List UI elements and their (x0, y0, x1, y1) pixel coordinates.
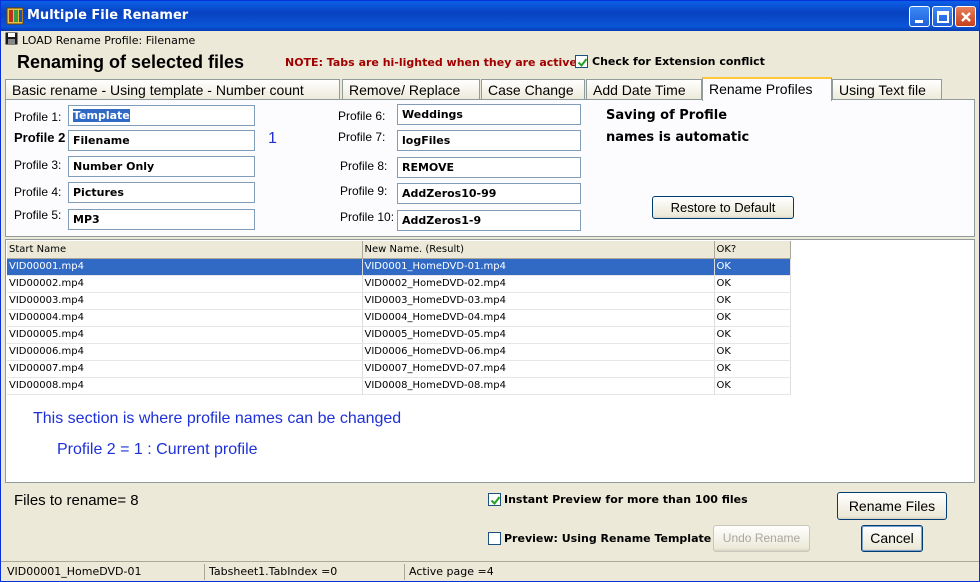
tab-case-change[interactable]: Case Change (481, 79, 585, 100)
column-new-name[interactable]: New Name. (Result) (362, 241, 715, 259)
ok-cell: OK (714, 377, 791, 395)
title-bar[interactable]: Multiple File Renamer (1, 1, 979, 31)
profile-4-label: Profile 4: (14, 185, 62, 199)
ok-cell: OK (714, 275, 791, 293)
window-title: Multiple File Renamer (27, 8, 189, 23)
table-row[interactable]: VID00004.mp4 VID0004_HomeDVD-04.mp4 OK (7, 309, 791, 327)
profile-6-label: Profile 6: (338, 109, 386, 123)
page-title: Renaming of selected files (17, 52, 245, 72)
new-name-cell: VID0007_HomeDVD-07.mp4 (362, 360, 715, 378)
tab-rename-profiles[interactable]: Rename Profiles (702, 77, 832, 101)
rename-files-button[interactable]: Rename Files (837, 492, 947, 520)
status-tab-index: Tabsheet1.TabIndex =0 (209, 565, 338, 578)
extension-conflict-checkbox[interactable] (575, 55, 588, 68)
table-row[interactable]: VID00008.mp4 VID0008_HomeDVD-08.mp4 OK (7, 377, 791, 395)
profile-7-input[interactable]: logFiles (397, 130, 581, 151)
profile-10-input[interactable]: AddZeros1-9 (397, 210, 581, 231)
profile-3-input[interactable]: Number Only (68, 156, 255, 177)
cancel-button[interactable]: Cancel (861, 525, 923, 552)
start-name-cell: VID00005.mp4 (7, 326, 363, 344)
load-profile-label: LOAD Rename Profile: Filename (22, 33, 196, 47)
minimize-button[interactable] (909, 6, 930, 27)
close-button[interactable] (955, 6, 976, 27)
maximize-button[interactable] (932, 6, 953, 27)
preview-template-label: Preview: Using Rename Template (504, 532, 712, 545)
extension-conflict-label: Check for Extension conflict (592, 55, 765, 68)
tab-add-date-time[interactable]: Add Date Time (586, 79, 702, 100)
start-name-cell: VID00008.mp4 (7, 377, 363, 395)
status-active-page: Active page =4 (409, 565, 494, 578)
table-row[interactable]: VID00002.mp4 VID0002_HomeDVD-02.mp4 OK (7, 275, 791, 293)
profile-7-label: Profile 7: (338, 130, 386, 144)
column-ok[interactable]: OK? (714, 241, 791, 259)
ok-cell: OK (714, 360, 791, 378)
grid-header-row: Start Name New Name. (Result) OK? (7, 241, 791, 259)
profile-5-input[interactable]: MP3 (68, 209, 255, 230)
table-row[interactable]: VID00001.mp4 VID0001_HomeDVD-01.mp4 OK (7, 258, 791, 276)
status-divider (404, 564, 405, 580)
file-grid: Start Name New Name. (Result) OK? VID000… (7, 241, 791, 395)
profile-6-input[interactable]: Weddings (397, 104, 581, 125)
current-profile-number: 1 (268, 130, 277, 147)
profile-1-value: Template (73, 109, 130, 122)
table-row[interactable]: VID00003.mp4 VID0003_HomeDVD-03.mp4 OK (7, 292, 791, 310)
saving-note-line1: Saving of Profile (606, 108, 728, 123)
table-row[interactable]: VID00007.mp4 VID0007_HomeDVD-07.mp4 OK (7, 360, 791, 378)
rename-profiles-panel: Profile 1: Profile 2 Profile 3: Profile … (5, 99, 975, 237)
tab-using-text-file[interactable]: Using Text file (832, 79, 942, 100)
new-name-cell: VID0001_HomeDVD-01.mp4 (362, 258, 715, 276)
start-name-cell: VID00004.mp4 (7, 309, 363, 327)
info-line-2: Profile 2 = 1 : Current profile (57, 441, 258, 458)
ok-cell: OK (714, 343, 791, 361)
profile-8-input[interactable]: REMOVE (397, 157, 581, 178)
start-name-cell: VID00002.mp4 (7, 275, 363, 293)
status-bar: VID00001_HomeDVD-01 Tabsheet1.TabIndex =… (1, 561, 979, 581)
table-row[interactable]: VID00006.mp4 VID0006_HomeDVD-06.mp4 OK (7, 343, 791, 361)
profile-1-label: Profile 1: (14, 110, 62, 124)
preview-template-checkbox[interactable] (488, 532, 501, 545)
new-name-cell: VID0004_HomeDVD-04.mp4 (362, 309, 715, 327)
profile-2-label: Profile 2 (14, 130, 66, 145)
ok-cell: OK (714, 309, 791, 327)
ok-cell: OK (714, 258, 791, 276)
main-window: Multiple File Renamer LOAD Rename Profil… (0, 0, 980, 582)
restore-default-button[interactable]: Restore to Default (652, 196, 794, 219)
new-name-cell: VID0006_HomeDVD-06.mp4 (362, 343, 715, 361)
start-name-cell: VID00003.mp4 (7, 292, 363, 310)
profile-2-input[interactable]: Filename (68, 130, 255, 151)
tab-remove-replace[interactable]: Remove/ Replace (342, 79, 480, 100)
profile-1-input[interactable]: Template (68, 105, 255, 126)
profile-3-label: Profile 3: (14, 158, 62, 172)
status-divider (204, 564, 205, 580)
info-line-1: This section is where profile names can … (33, 410, 402, 427)
tab-highlight-note: NOTE: Tabs are hi-lighted when they are … (285, 56, 582, 69)
start-name-cell: VID00007.mp4 (7, 360, 363, 378)
new-name-cell: VID0005_HomeDVD-05.mp4 (362, 326, 715, 344)
new-name-cell: VID0003_HomeDVD-03.mp4 (362, 292, 715, 310)
ok-cell: OK (714, 292, 791, 310)
files-to-rename-count: Files to rename= 8 (14, 492, 139, 509)
undo-rename-button[interactable]: Undo Rename (713, 525, 810, 552)
tab-basic-rename[interactable]: Basic rename - Using template - Number c… (5, 79, 340, 100)
start-name-cell: VID00006.mp4 (7, 343, 363, 361)
start-name-cell: VID00001.mp4 (7, 258, 363, 276)
new-name-cell: VID0002_HomeDVD-02.mp4 (362, 275, 715, 293)
app-icon (6, 7, 24, 25)
new-name-cell: VID0008_HomeDVD-08.mp4 (362, 377, 715, 395)
column-start-name[interactable]: Start Name (7, 241, 363, 259)
profile-10-label: Profile 10: (340, 210, 395, 224)
profile-4-input[interactable]: Pictures (68, 182, 255, 203)
table-row[interactable]: VID00005.mp4 VID0005_HomeDVD-05.mp4 OK (7, 326, 791, 344)
ok-cell: OK (714, 326, 791, 344)
profile-9-label: Profile 9: (340, 184, 388, 198)
profile-9-input[interactable]: AddZeros10-99 (397, 183, 581, 204)
floppy-disk-icon (5, 32, 18, 48)
instant-preview-checkbox[interactable] (488, 493, 501, 506)
status-current-file: VID00001_HomeDVD-01 (7, 565, 142, 578)
instant-preview-label: Instant Preview for more than 100 files (504, 493, 748, 506)
profile-8-label: Profile 8: (340, 159, 388, 173)
load-profile-bar[interactable]: LOAD Rename Profile: Filename (5, 32, 195, 48)
saving-note-line2: names is automatic (606, 130, 750, 145)
profile-5-label: Profile 5: (14, 208, 62, 222)
